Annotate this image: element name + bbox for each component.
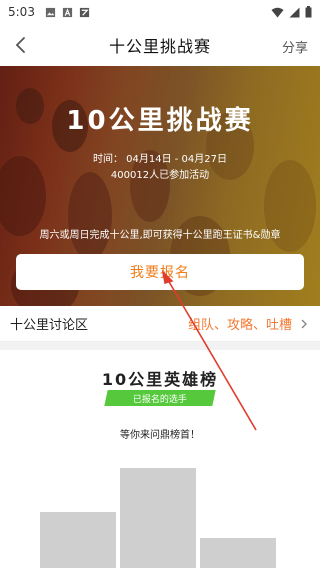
discussion-row[interactable]: 十公里讨论区 组队、攻略、吐槽 <box>0 306 320 342</box>
wifi-icon <box>271 7 284 17</box>
podium <box>40 468 276 568</box>
signal-icon <box>289 7 300 17</box>
battery-icon <box>305 6 312 18</box>
back-arrow-icon[interactable] <box>10 34 32 56</box>
leaderboard: 10公里英雄榜 已报名的选手 等你来问鼎榜首！ <box>0 350 320 568</box>
podium-first <box>120 468 196 568</box>
app-icon <box>79 7 90 17</box>
chevron-right-icon <box>301 319 307 328</box>
status-bar: 5:03 <box>0 0 320 24</box>
signup-button[interactable]: 我要报名 <box>16 254 304 290</box>
status-right <box>271 6 312 18</box>
image-icon <box>45 7 56 17</box>
hero-title: 10公里挑战赛 <box>66 106 254 136</box>
status-time: 5:03 <box>8 5 35 19</box>
registered-badge: 已报名的选手 <box>104 390 216 406</box>
podium-second <box>40 512 116 568</box>
section-divider <box>0 342 320 350</box>
discussion-title: 十公里讨论区 <box>10 318 89 333</box>
discussion-tags: 组队、攻略、吐槽 <box>187 318 292 333</box>
page-title: 十公里挑战赛 <box>108 37 211 56</box>
event-description: 周六或周日完成十公里,即可获得十公里跑王证书&勋章 <box>39 230 281 241</box>
leaderboard-title: 10公里英雄榜 <box>101 370 219 389</box>
event-time: 时间： 04月14日 - 04月27日 <box>92 154 228 165</box>
share-button[interactable]: 分享 <box>282 37 308 56</box>
a-badge-icon <box>62 7 73 17</box>
participant-count: 400012人已参加活动 <box>110 170 210 181</box>
status-left: 5:03 <box>8 5 90 19</box>
registered-badge-label: 已报名的选手 <box>132 394 187 405</box>
nav-bar: 十公里挑战赛 分享 <box>0 24 320 66</box>
podium-third <box>200 538 276 568</box>
hero-banner: 10公里挑战赛 时间： 04月14日 - 04月27日 400012人已参加活动… <box>0 66 320 306</box>
leaderboard-subtitle: 等你来问鼎榜首！ <box>120 430 200 441</box>
